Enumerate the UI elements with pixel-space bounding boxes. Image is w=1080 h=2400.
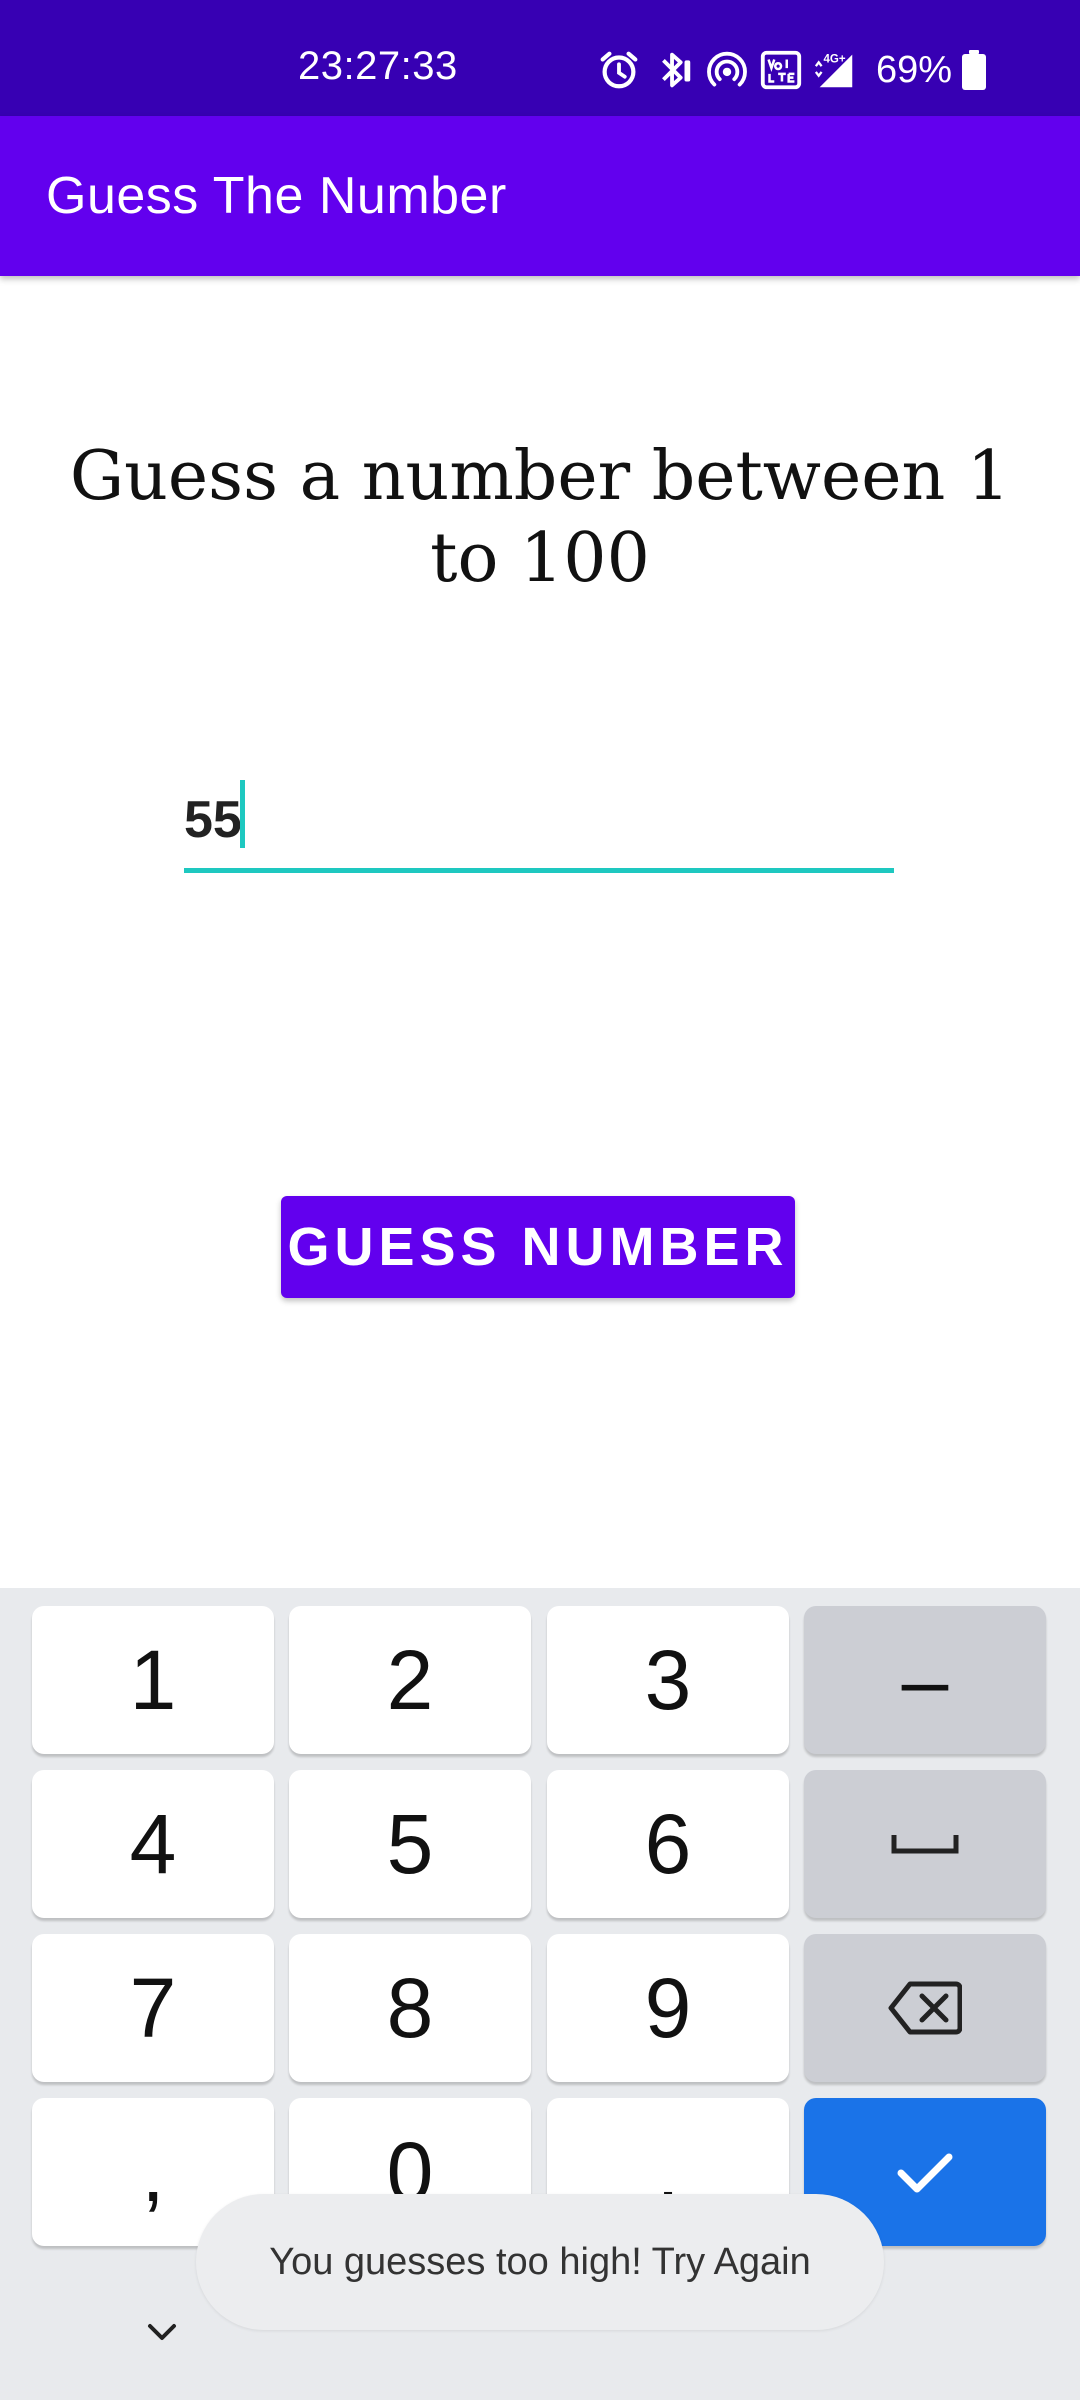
key-backspace[interactable]	[804, 1934, 1046, 2082]
app-title: Guess The Number	[46, 167, 507, 225]
input-underline	[184, 868, 894, 873]
app-bar: Guess The Number	[0, 116, 1080, 276]
screen: 23:27:33 4G+ 69% Guess The Number Guess	[0, 0, 1080, 2400]
chevron-down-icon[interactable]	[140, 2310, 184, 2354]
alarm-icon	[596, 47, 642, 93]
key-5[interactable]: 5	[289, 1770, 531, 1918]
bluetooth-icon	[650, 47, 696, 93]
key-1[interactable]: 1	[32, 1606, 274, 1754]
guess-input-value: 55	[184, 791, 242, 849]
checkmark-icon	[897, 2153, 953, 2193]
guess-input[interactable]: 55	[184, 770, 894, 876]
battery-percent: 69%	[876, 48, 953, 91]
status-bar: 23:27:33 4G+ 69%	[0, 0, 1080, 116]
key-minus[interactable]: –	[804, 1606, 1046, 1754]
backspace-icon	[888, 1981, 962, 2035]
space-icon	[891, 1835, 959, 1854]
status-icons: 4G+ 69%	[596, 46, 987, 94]
key-4[interactable]: 4	[32, 1770, 274, 1918]
status-time: 23:27:33	[298, 44, 458, 88]
key-space[interactable]	[804, 1770, 1046, 1918]
guess-prompt: Guess a number between 1 to 100	[69, 437, 1011, 598]
signal-4g-icon: 4G+	[812, 47, 858, 93]
hotspot-icon	[704, 47, 750, 93]
key-3[interactable]: 3	[547, 1606, 789, 1754]
volte-icon	[758, 47, 804, 93]
svg-text:4G+: 4G+	[824, 53, 846, 65]
key-8[interactable]: 8	[289, 1934, 531, 2082]
toast-message: You guesses too high! Try Again	[196, 2194, 884, 2330]
key-6[interactable]: 6	[547, 1770, 789, 1918]
key-7[interactable]: 7	[32, 1934, 274, 2082]
key-9[interactable]: 9	[547, 1934, 789, 2082]
battery-icon	[962, 50, 987, 90]
text-cursor	[240, 780, 245, 848]
key-2[interactable]: 2	[289, 1606, 531, 1754]
guess-number-button[interactable]: GUESS NUMBER	[281, 1196, 795, 1298]
